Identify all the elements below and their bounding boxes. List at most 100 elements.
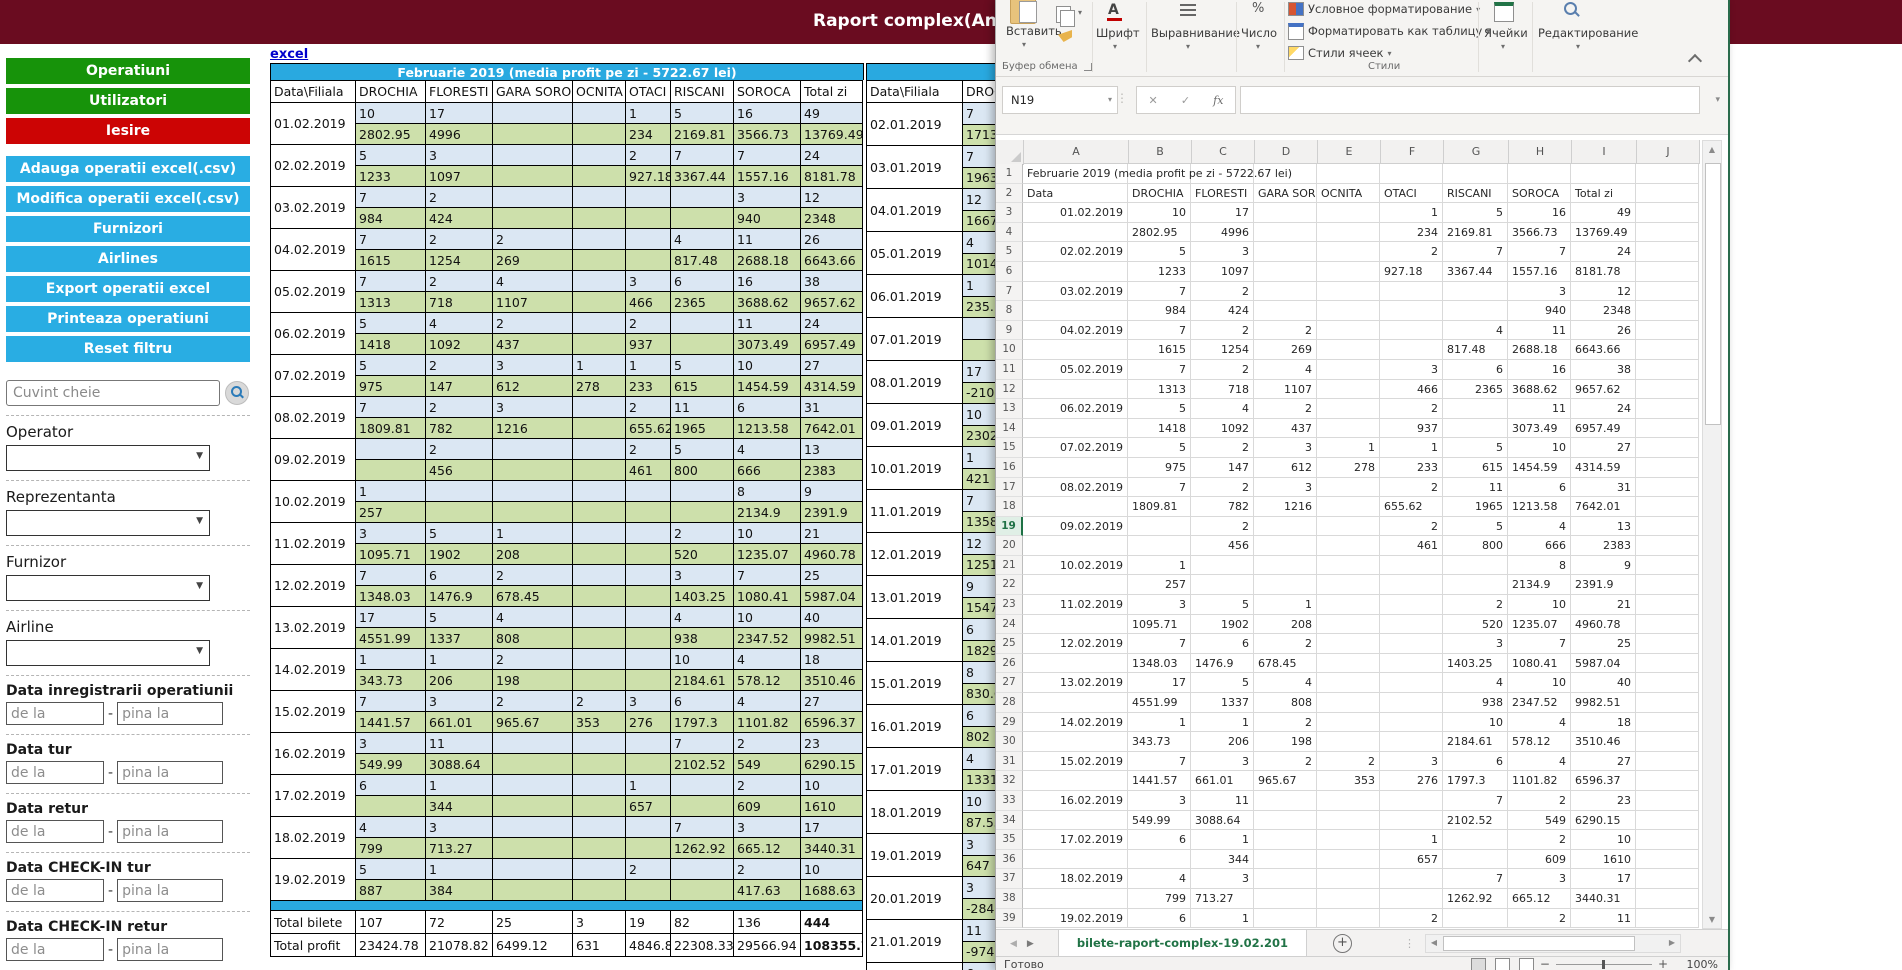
cell-H35[interactable]: 2	[1508, 830, 1571, 850]
row-header-27[interactable]: 27	[996, 673, 1023, 693]
format-as-table-button[interactable]: Форматировать как таблицу▾	[1288, 20, 1490, 42]
cell-F14[interactable]: 937	[1380, 419, 1443, 439]
row-header-33[interactable]: 33	[996, 791, 1023, 811]
furnizor-select[interactable]: ▼	[6, 575, 210, 601]
cell-C22[interactable]	[1191, 575, 1254, 595]
cell-I39[interactable]: 11	[1571, 909, 1636, 929]
cell-D33[interactable]	[1254, 791, 1317, 811]
cell-J13[interactable]	[1636, 399, 1699, 419]
search-button[interactable]	[225, 381, 249, 405]
cell-G22[interactable]	[1443, 575, 1508, 595]
cell-I31[interactable]: 27	[1571, 752, 1636, 772]
cell-G27[interactable]: 4	[1443, 673, 1508, 693]
cell-C7[interactable]: 2	[1191, 282, 1254, 302]
cell-J21[interactable]	[1636, 556, 1699, 576]
cell-C39[interactable]: 1	[1191, 909, 1254, 929]
cell-E12[interactable]	[1317, 380, 1380, 400]
sidebar-button-printeaza-operatiuni[interactable]: Printeaza operatiuni	[6, 306, 250, 332]
row-header-7[interactable]: 7	[996, 282, 1023, 302]
cell-C26[interactable]: 1476.9	[1191, 654, 1254, 674]
cell-A19[interactable]: 09.02.2019	[1023, 517, 1128, 537]
cell-G36[interactable]	[1443, 850, 1508, 870]
sidebar-button-export-operatii-excel[interactable]: Export operatii excel	[6, 276, 250, 302]
normal-view-icon[interactable]	[1471, 958, 1486, 970]
cell-C29[interactable]: 1	[1191, 713, 1254, 733]
row-header-11[interactable]: 11	[996, 360, 1023, 380]
row-header-19[interactable]: 19	[996, 517, 1023, 537]
cell-G11[interactable]: 6	[1443, 360, 1508, 380]
cell-H16[interactable]: 1454.59	[1508, 458, 1571, 478]
cell-G13[interactable]	[1443, 399, 1508, 419]
cell-I26[interactable]: 5987.04	[1571, 654, 1636, 674]
cell-A26[interactable]	[1023, 654, 1128, 674]
row-header-12[interactable]: 12	[996, 380, 1023, 400]
scroll-left-icon[interactable]: ◀	[1426, 935, 1442, 950]
collapse-ribbon-icon[interactable]	[1688, 54, 1702, 68]
cell-H33[interactable]: 2	[1508, 791, 1571, 811]
cell-C38[interactable]: 713.27	[1191, 889, 1254, 909]
cell-J38[interactable]	[1636, 889, 1699, 909]
cell-E2[interactable]: OCNITA	[1317, 184, 1380, 204]
cell-G25[interactable]: 3	[1443, 634, 1508, 654]
cell-J14[interactable]	[1636, 419, 1699, 439]
cell-J32[interactable]	[1636, 771, 1699, 791]
cell-G12[interactable]: 2365	[1443, 380, 1508, 400]
cell-B5[interactable]: 5	[1128, 242, 1191, 262]
cell-J36[interactable]	[1636, 850, 1699, 870]
cell-I30[interactable]: 3510.46	[1571, 732, 1636, 752]
cell-G15[interactable]: 5	[1443, 438, 1508, 458]
cell-G4[interactable]: 2169.81	[1443, 223, 1508, 243]
cell-G21[interactable]	[1443, 556, 1508, 576]
cell-C4[interactable]: 4996	[1191, 223, 1254, 243]
sidebar-button-furnizori[interactable]: Furnizori	[6, 216, 250, 242]
cell-C23[interactable]: 5	[1191, 595, 1254, 615]
cell-I21[interactable]: 9	[1571, 556, 1636, 576]
cell-D38[interactable]	[1254, 889, 1317, 909]
cell-J34[interactable]	[1636, 811, 1699, 831]
cell-G9[interactable]: 4	[1443, 321, 1508, 341]
cell-B27[interactable]: 17	[1128, 673, 1191, 693]
cell-B15[interactable]: 5	[1128, 438, 1191, 458]
cell-C35[interactable]: 1	[1191, 830, 1254, 850]
cell-D39[interactable]	[1254, 909, 1317, 929]
cell-A36[interactable]	[1023, 850, 1128, 870]
cell-F29[interactable]	[1380, 713, 1443, 733]
cell-J10[interactable]	[1636, 340, 1699, 360]
cell-D12[interactable]: 1107	[1254, 380, 1317, 400]
cell-F38[interactable]	[1380, 889, 1443, 909]
cell-D13[interactable]: 2	[1254, 399, 1317, 419]
cell-F23[interactable]	[1380, 595, 1443, 615]
cell-J4[interactable]	[1636, 223, 1699, 243]
cell-E25[interactable]	[1317, 634, 1380, 654]
column-header-E[interactable]: E	[1318, 140, 1381, 164]
cell-A15[interactable]: 07.02.2019	[1023, 438, 1128, 458]
cell-C12[interactable]: 718	[1191, 380, 1254, 400]
row-header-23[interactable]: 23	[996, 595, 1023, 615]
cell-F20[interactable]: 461	[1380, 536, 1443, 556]
column-header-F[interactable]: F	[1381, 140, 1444, 164]
paste-icon[interactable]	[1010, 0, 1036, 24]
cell-F12[interactable]: 466	[1380, 380, 1443, 400]
cell-F22[interactable]	[1380, 575, 1443, 595]
cell-J37[interactable]	[1636, 869, 1699, 889]
cell-D26[interactable]: 678.45	[1254, 654, 1317, 674]
column-header-D[interactable]: D	[1255, 140, 1318, 164]
cell-D29[interactable]: 2	[1254, 713, 1317, 733]
cell-H7[interactable]: 3	[1508, 282, 1571, 302]
row-header-20[interactable]: 20	[996, 536, 1023, 556]
row-header-16[interactable]: 16	[996, 458, 1023, 478]
cell-F11[interactable]: 3	[1380, 360, 1443, 380]
row-header-3[interactable]: 3	[996, 203, 1023, 223]
cell-E1[interactable]	[1317, 164, 1380, 184]
cell-A5[interactable]: 02.02.2019	[1023, 242, 1128, 262]
cell-I27[interactable]: 40	[1571, 673, 1636, 693]
cell-E6[interactable]	[1317, 262, 1380, 282]
cell-B29[interactable]: 1	[1128, 713, 1191, 733]
cell-E23[interactable]	[1317, 595, 1380, 615]
cell-J7[interactable]	[1636, 282, 1699, 302]
cell-J5[interactable]	[1636, 242, 1699, 262]
cell-C8[interactable]: 424	[1191, 301, 1254, 321]
cell-J2[interactable]	[1636, 184, 1699, 204]
cell-A8[interactable]	[1023, 301, 1128, 321]
cell-D4[interactable]	[1254, 223, 1317, 243]
